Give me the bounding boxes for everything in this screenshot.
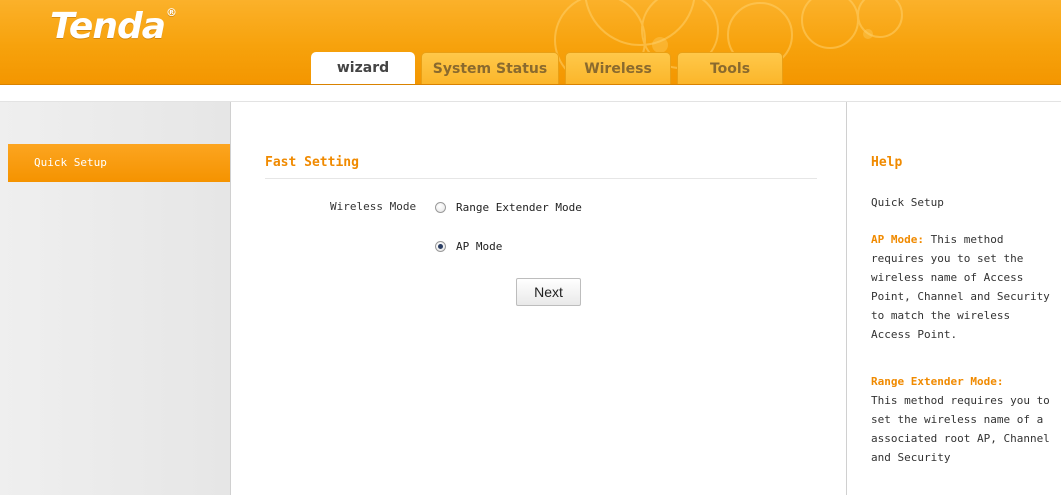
ap-mode-radio[interactable] [435, 241, 446, 252]
tab-tools[interactable]: Tools [677, 52, 783, 84]
tenda-logo: Tenda® [50, 6, 177, 47]
top-header: Tenda® wizard System Status Wireless Too… [0, 0, 1061, 85]
help-re-text: This method requires you to set the wire… [871, 394, 1050, 464]
range-extender-option[interactable]: Range Extender Mode [435, 201, 582, 214]
main-content: Fast Setting Wireless Mode Range Extende… [232, 102, 846, 495]
help-range-extender: Range Extender Mode: This method require… [871, 372, 1053, 467]
help-ap-heading: AP Mode: [871, 233, 924, 246]
page-title: Fast Setting [265, 155, 359, 170]
help-re-heading: Range Extender Mode: [871, 375, 1004, 388]
next-button[interactable]: Next [516, 278, 581, 306]
range-extender-label: Range Extender Mode [456, 201, 582, 214]
tab-wizard[interactable]: wizard [311, 52, 415, 84]
sidebar: Quick Setup [0, 102, 231, 495]
help-panel: Help Quick Setup AP Mode: This method re… [846, 102, 1061, 495]
help-subtitle: Quick Setup [871, 196, 944, 209]
tab-wireless[interactable]: Wireless [565, 52, 671, 84]
help-ap-text: This method requires you to set the wire… [871, 233, 1050, 341]
header-strip [0, 85, 1061, 102]
tab-system-status[interactable]: System Status [421, 52, 559, 84]
ap-mode-option[interactable]: AP Mode [435, 240, 502, 253]
wireless-mode-label: Wireless Mode [330, 200, 417, 213]
help-title: Help [871, 155, 903, 170]
help-ap-mode: AP Mode: This method requires you to set… [871, 230, 1053, 344]
title-divider [265, 178, 817, 179]
sidebar-item-quick-setup[interactable]: Quick Setup [8, 144, 230, 182]
range-extender-radio[interactable] [435, 202, 446, 213]
ap-mode-label: AP Mode [456, 240, 503, 253]
